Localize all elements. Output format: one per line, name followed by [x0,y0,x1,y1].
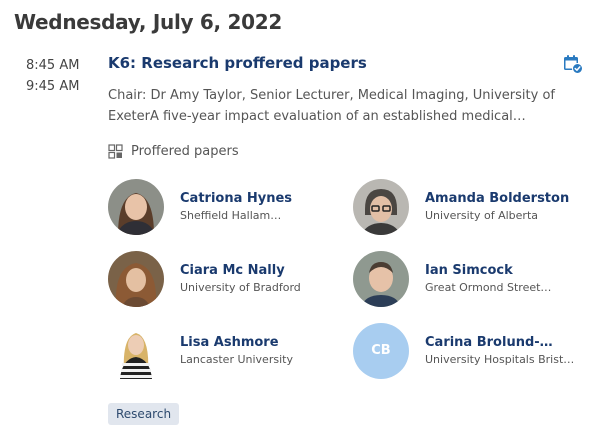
speaker-affiliation: University of Bradford [180,281,301,294]
session-type-label: Proffered papers [131,144,239,159]
speaker-affiliation: University Hospitals Brist… [425,353,575,366]
speaker-name: Amanda Bolderston [425,191,570,206]
speaker-name: Ian Simcock [425,263,513,278]
speaker-name: Ciara Mc Nally [180,263,285,278]
speaker-affiliation: University of Alberta [425,209,538,222]
speaker-card[interactable]: Amanda Bolderston University of Alberta [353,178,583,235]
speaker-card[interactable]: Catriona Hynes Sheffield Hallam… [108,178,353,235]
speaker-affiliation: Lancaster University [180,353,293,366]
speaker-card[interactable]: CB Carina Brolund-… University Hospitals… [353,322,583,379]
session-description: Chair: Dr Amy Taylor, Senior Lecturer, M… [108,88,555,124]
start-time: 8:45 AM [26,58,80,73]
speaker-name: Carina Brolund-… [425,335,553,350]
avatar [353,250,409,307]
speaker-list: Catriona Hynes Sheffield Hallam… Amanda … [108,178,583,379]
date-heading: Wednesday, July 6, 2022 [14,10,282,34]
speaker-affiliation: Great Ormond Street… [425,281,552,294]
avatar-initials: CB [353,322,409,379]
calendar-check-icon[interactable] [563,54,583,74]
session-times: 8:45 AM 9:45 AM [26,55,79,97]
avatar [108,322,164,379]
speaker-name: Catriona Hynes [180,191,293,206]
speaker-card[interactable]: Ian Simcock Great Ormond Street… [353,250,583,307]
tag-research[interactable]: Research [108,403,180,425]
avatar [353,178,409,235]
speaker-affiliation: Sheffield Hallam… [180,209,282,222]
speaker-card[interactable]: Ciara Mc Nally University of Bradford [108,250,353,307]
avatar [108,250,164,307]
speaker-name: Lisa Ashmore [180,335,279,350]
grid-icon [108,144,123,159]
speaker-card[interactable]: Lisa Ashmore Lancaster University [108,322,353,379]
avatar [108,178,164,235]
session-title-link[interactable]: K6: Research proffered papers [108,54,367,72]
session-type: Proffered papers [108,144,239,159]
end-time: 9:45 AM [26,79,80,94]
